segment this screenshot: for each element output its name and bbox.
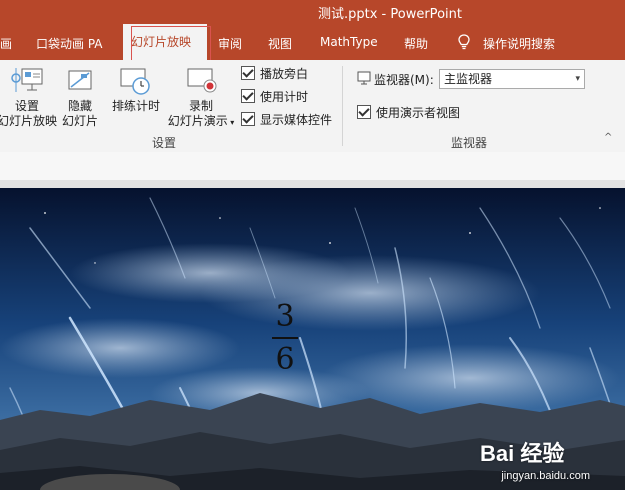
tab-review[interactable]: 审阅: [218, 35, 242, 52]
checkbox-checked-icon[interactable]: [241, 89, 255, 103]
lightbulb-icon: [458, 34, 470, 50]
group-label-monitors: 监视器: [451, 136, 488, 150]
checkbox-checked-icon[interactable]: [357, 105, 371, 119]
chevron-down-icon: ▾: [575, 74, 580, 84]
monitor-select[interactable]: 主监视器 ▾: [439, 69, 585, 89]
checkbox-presenter-view[interactable]: 使用演示者视图: [357, 104, 460, 120]
checkbox-use-timings[interactable]: 使用计时: [241, 88, 308, 104]
monitor-select-value: 主监视器: [444, 72, 493, 86]
fraction-denominator: 6: [275, 342, 295, 377]
setup-label-2: 幻灯片放映: [0, 114, 57, 128]
group-label-setup: 设置: [152, 136, 177, 150]
rehearse-timings-button[interactable]: 排练计时: [108, 66, 164, 114]
watermark-url: jingyan.baidu.com: [501, 470, 590, 482]
check-label: 使用计时: [260, 90, 309, 104]
monitor-label: 监视器(M):: [374, 73, 434, 87]
checkbox-show-media-controls[interactable]: 显示媒体控件: [241, 111, 332, 127]
baidu-jingyan-watermark: Bai 经验 jingyan.baidu.com: [480, 436, 590, 482]
checkbox-checked-icon[interactable]: [241, 66, 255, 80]
record-label-2: 幻灯片演示: [167, 114, 228, 128]
ribbon-tabs: 画 口袋动画 PA 幻灯片放映 审阅 视图 MathType 帮助 操作说明搜索: [0, 24, 625, 60]
title-bar: 测试.pptx - PowerPoint: [0, 0, 625, 24]
group-separator: [342, 66, 343, 146]
checkbox-play-narrations[interactable]: 播放旁白: [241, 65, 308, 81]
window-title: 测试.pptx - PowerPoint: [318, 7, 462, 22]
ribbon-panel: 设置 幻灯片放映 隐藏 幻灯片 排练计时 录制 幻灯片演示 ▾ 播放旁白 使用计…: [0, 60, 625, 153]
presenter-view-label: 使用演示者视图: [376, 106, 461, 120]
watermark-logo: Bai 经验: [480, 441, 565, 466]
record-slide-show-button[interactable]: 录制 幻灯片演示 ▾: [164, 66, 238, 130]
hide-label-1: 隐藏: [67, 99, 92, 113]
check-label: 显示媒体控件: [260, 113, 333, 127]
checkbox-checked-icon[interactable]: [241, 112, 255, 126]
record-icon: [187, 68, 217, 93]
record-dropdown-arrow-icon[interactable]: ▾: [228, 118, 234, 127]
tab-mathtype[interactable]: MathType: [320, 35, 378, 49]
fraction-bar: [272, 337, 298, 339]
tab-pocket-animation[interactable]: 口袋动画 PA: [36, 35, 103, 52]
rehearse-label: 排练计时: [111, 99, 160, 113]
workspace-gap: [0, 180, 625, 188]
rehearse-timer-icon: [120, 68, 150, 95]
setup-slideshow-icon: [11, 68, 43, 92]
collapse-ribbon-icon[interactable]: ^: [604, 132, 612, 143]
check-label: 播放旁白: [260, 67, 309, 81]
fraction-textbox[interactable]: 3 6: [270, 300, 300, 377]
hide-label-2: 幻灯片: [61, 114, 98, 128]
setup-slide-show-button[interactable]: 设置 幻灯片放映: [0, 66, 58, 129]
tell-me-search[interactable]: 操作说明搜索: [483, 35, 555, 52]
monitor-icon: [357, 71, 371, 85]
tab-help[interactable]: 帮助: [404, 35, 428, 52]
tab-draw[interactable]: 画: [0, 35, 12, 52]
tab-slide-show[interactable]: 幻灯片放映: [123, 24, 207, 60]
ruler-strip: [0, 152, 625, 181]
slide-canvas[interactable]: 3 6 Bai 经验 jingyan.baidu.com: [0, 188, 625, 490]
record-label-1: 录制: [188, 99, 213, 113]
hide-slide-button[interactable]: 隐藏 幻灯片: [58, 66, 102, 129]
fraction-numerator: 3: [275, 299, 295, 334]
setup-label-1: 设置: [14, 99, 39, 113]
tab-view[interactable]: 视图: [268, 35, 292, 52]
hide-slide-icon: [68, 70, 92, 90]
